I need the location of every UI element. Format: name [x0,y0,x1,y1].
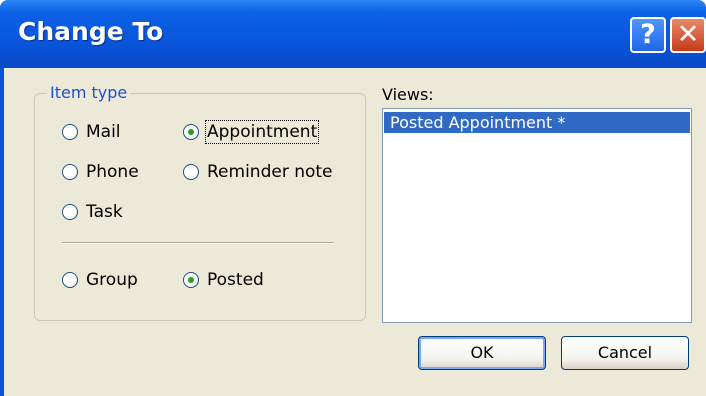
radio-label: Appointment [204,120,320,144]
help-button[interactable]: ? [630,17,666,53]
ok-button[interactable]: OK [418,336,546,370]
radio-circle-selected [183,272,199,288]
close-button[interactable]: ✕ [670,17,706,53]
radio-circle [62,164,78,180]
radio-appointment[interactable]: Appointment [183,120,320,144]
views-label: Views: [382,85,434,104]
dialog-body: Item type Mail Appointment Phone Reminde… [4,68,706,396]
group-separator [62,242,334,244]
radio-mail[interactable]: Mail [62,122,121,142]
dialog-title: Change To [18,17,164,46]
dialog-window: Change To ? ✕ Item type Mail Appointment… [0,0,706,396]
radio-circle-selected [183,124,199,140]
radio-posted[interactable]: Posted [183,270,264,290]
radio-task[interactable]: Task [62,202,123,222]
radio-phone[interactable]: Phone [62,162,139,182]
item-type-label: Item type [47,83,131,102]
item-type-group: Item type Mail Appointment Phone Reminde… [34,83,366,321]
radio-circle [62,124,78,140]
radio-group[interactable]: Group [62,270,138,290]
radio-circle [62,272,78,288]
radio-label: Group [86,270,138,290]
radio-label: Reminder note [207,162,333,182]
cancel-button[interactable]: Cancel [561,336,689,370]
radio-label: Task [86,202,123,222]
radio-reminder-note[interactable]: Reminder note [183,162,333,182]
title-bar[interactable]: Change To ? ✕ [0,0,706,68]
radio-label: Posted [207,270,264,290]
radio-label: Mail [86,122,121,142]
list-item[interactable]: Posted Appointment * [384,112,690,133]
radio-circle [183,164,199,180]
radio-label: Phone [86,162,139,182]
radio-circle [62,204,78,220]
views-listbox[interactable]: Posted Appointment * [382,108,692,323]
